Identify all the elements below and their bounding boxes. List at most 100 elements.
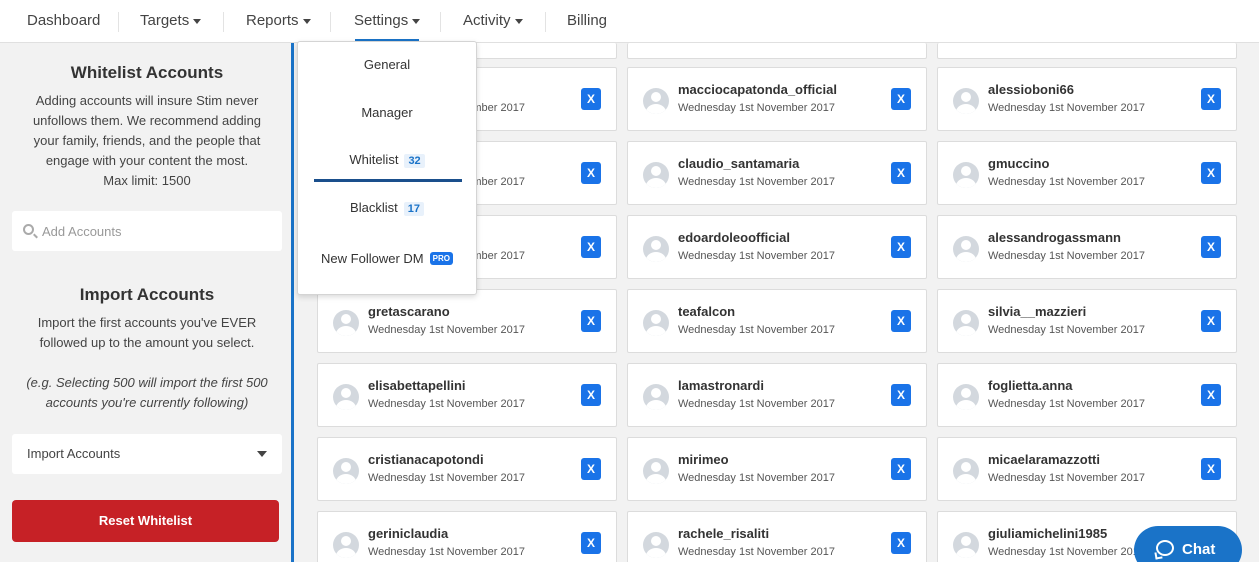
import-accounts-select[interactable]: Import Accounts [12, 434, 282, 474]
account-username: rachele_risaliti [678, 526, 770, 541]
add-accounts-input[interactable] [42, 211, 272, 251]
nav-reports[interactable]: Reports [246, 0, 311, 42]
nav-settings[interactable]: Settings [354, 0, 421, 42]
whitelist-card: elisabettapellini Wednesday 1st November … [317, 363, 617, 427]
remove-account-button[interactable]: X [581, 384, 601, 406]
account-username: gretascarano [368, 304, 450, 319]
remove-account-button[interactable]: X [581, 162, 601, 184]
pro-badge: PRO [429, 252, 453, 265]
remove-account-button[interactable]: X [581, 458, 601, 480]
account-username: geriniclaudia [368, 526, 449, 541]
remove-account-button[interactable]: X [1201, 162, 1221, 184]
remove-account-button[interactable]: X [581, 310, 601, 332]
chat-label: Chat [1182, 541, 1216, 558]
top-nav: Dashboard Targets Reports Settings Activ… [0, 0, 1259, 43]
remove-account-button[interactable]: X [1201, 236, 1221, 258]
whitelist-card: cristianacapotondi Wednesday 1st November… [317, 437, 617, 501]
remove-account-button[interactable]: X [891, 532, 911, 554]
avatar [953, 88, 979, 114]
account-date: Wednesday 1st November 2017 [678, 176, 835, 188]
chat-button[interactable]: Chat [1134, 526, 1242, 562]
account-date: Wednesday 1st November 2017 [988, 398, 1145, 410]
whitelist-card: silvia__mazzieri Wednesday 1st November 2… [937, 289, 1237, 353]
whitelist-card: geriniclaudia Wednesday 1st November 2017… [317, 511, 617, 562]
whitelist-card: lamastronardi Wednesday 1st November 2017… [627, 363, 927, 427]
whitelist-title: Whitelist Accounts [70, 63, 224, 82]
remove-account-button[interactable]: X [891, 162, 911, 184]
avatar [953, 532, 979, 558]
nav-dashboard[interactable]: Dashboard [27, 0, 100, 42]
account-date: Wednesday 1st November 2017 [368, 398, 525, 410]
account-username: micaelaramazzotti [988, 452, 1100, 467]
nav-dashboard-label: Dashboard [27, 12, 101, 29]
remove-account-button[interactable]: X [891, 384, 911, 406]
nav-billing[interactable]: Billing [567, 0, 607, 42]
max-limit-text: Max limit: 1500 [103, 173, 191, 188]
avatar [643, 88, 669, 114]
whitelist-card: teafalcon Wednesday 1st November 2017 X [627, 289, 927, 353]
chat-bubble-icon [1156, 540, 1174, 556]
account-username: giuliamichelini1985 [988, 526, 1108, 541]
dropdown-item-new-follower-dm[interactable]: New Follower DM PRO [298, 251, 476, 266]
account-username: foglietta.anna [988, 378, 1073, 393]
remove-account-button[interactable]: X [1201, 310, 1221, 332]
avatar [333, 532, 359, 558]
remove-account-button[interactable]: X [1201, 384, 1221, 406]
import-description: Import the first accounts you've EVER fo… [18, 313, 276, 353]
add-accounts-search[interactable] [12, 211, 282, 251]
dropdown-item-manager[interactable]: Manager [298, 105, 476, 120]
whitelist-card: mirimeo Wednesday 1st November 2017 X [627, 437, 927, 501]
remove-account-button[interactable]: X [891, 88, 911, 110]
remove-account-button[interactable]: X [581, 88, 601, 110]
dropdown-item-blacklist[interactable]: Blacklist 17 [298, 200, 476, 216]
remove-account-button[interactable]: X [581, 236, 601, 258]
account-date: Wednesday 1st November 2017 [678, 324, 835, 336]
remove-account-button[interactable]: X [1201, 458, 1221, 480]
avatar [953, 458, 979, 484]
account-date: Wednesday 1st November 2017 [368, 472, 525, 484]
nav-divider [118, 12, 119, 32]
import-example-line: (e.g. Selecting 500 will import the firs… [26, 375, 268, 390]
remove-account-button[interactable]: X [891, 458, 911, 480]
nav-activity[interactable]: Activity [463, 0, 523, 42]
nav-divider [330, 12, 331, 32]
whitelist-card: foglietta.anna Wednesday 1st November 201… [937, 363, 1237, 427]
avatar [953, 310, 979, 336]
account-username: edoardoleoofficial [678, 230, 790, 245]
nav-billing-label: Billing [567, 12, 608, 29]
account-date: Wednesday 1st November 2017 [368, 546, 525, 558]
dropdown-label: Manager [361, 105, 413, 120]
whitelist-desc-line: your family, friends, and the people tha… [33, 133, 261, 148]
nav-divider [440, 12, 441, 32]
avatar [643, 310, 669, 336]
search-icon [23, 224, 34, 235]
chevron-down-icon [412, 18, 421, 24]
reset-whitelist-button[interactable]: Reset Whitelist [12, 500, 279, 542]
avatar [643, 458, 669, 484]
account-date: Wednesday 1st November 2017 [988, 250, 1145, 262]
dropdown-item-general[interactable]: General [298, 57, 476, 72]
dropdown-item-whitelist[interactable]: Whitelist 32 [298, 152, 476, 168]
account-date: Wednesday 1st November 2017 [368, 324, 525, 336]
account-username: teafalcon [678, 304, 736, 319]
remove-account-button[interactable]: X [891, 310, 911, 332]
account-username: cristianacapotondi [368, 452, 484, 467]
account-username: claudio_santamaria [678, 156, 800, 171]
account-date: Wednesday 1st November 2017 [678, 472, 835, 484]
whitelist-desc-line: engage with your content the most. [45, 153, 249, 168]
whitelist-card: gmuccino Wednesday 1st November 2017 X [937, 141, 1237, 205]
remove-account-button[interactable]: X [891, 236, 911, 258]
import-example-line: accounts you're currently following) [45, 395, 249, 410]
whitelist-count-badge: 32 [404, 154, 425, 168]
remove-account-button[interactable]: X [1201, 88, 1221, 110]
remove-account-button[interactable]: X [581, 532, 601, 554]
avatar [643, 236, 669, 262]
whitelist-card: claudio_santamaria Wednesday 1st November… [627, 141, 927, 205]
account-username: alessioboni66 [988, 82, 1074, 97]
whitelist-card: gretascarano Wednesday 1st November 2017 X [317, 289, 617, 353]
nav-targets[interactable]: Targets [140, 0, 202, 42]
dropdown-active-indicator [314, 179, 462, 182]
dropdown-label: New Follower DM [321, 251, 424, 266]
account-date: Wednesday 1st November 2017 [678, 250, 835, 262]
whitelist-card: edoardoleoofficial Wednesday 1st November… [627, 215, 927, 279]
